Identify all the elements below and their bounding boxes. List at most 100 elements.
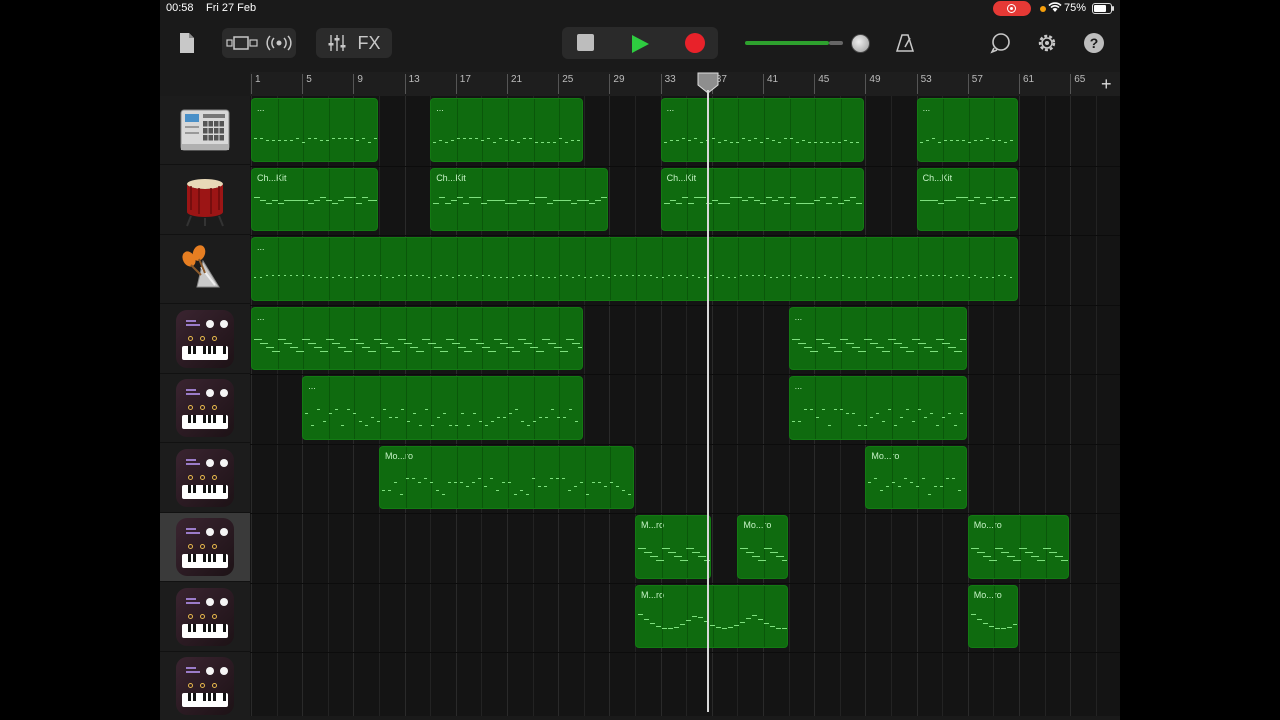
region-label: Mo...ro [871,450,900,461]
region-segment-divider [354,168,356,230]
midi-note [431,424,435,426]
midi-note [521,420,525,422]
midi-note [818,276,820,278]
region-track-2[interactable]: Ch...Kit [251,167,378,231]
synth-icon [176,587,234,646]
midi-note [681,197,688,199]
region-track-2[interactable]: Ch...Kit [430,167,609,231]
region-segment-divider [380,307,381,369]
track-header-5[interactable] [160,374,250,443]
region-track-7[interactable]: Mo...ro [967,515,1070,579]
settings-gear-icon[interactable] [1036,32,1058,54]
track-header-2[interactable] [160,166,250,235]
live-loops-button[interactable] [266,35,292,51]
region-track-1[interactable]: ... [430,98,583,162]
play-button[interactable] [632,35,649,53]
midi-note [484,486,487,488]
region-segment-divider [303,307,305,369]
midi-note [440,274,442,276]
midi-note [308,138,311,140]
midi-note [626,274,628,276]
fx-button[interactable]: FX [357,33,380,54]
region-segment-divider [277,99,279,161]
loop-browser-icon[interactable] [989,32,1013,54]
region-track-4[interactable]: ... [251,306,583,370]
region-track-7[interactable]: M...ro [635,515,711,579]
midi-note [601,197,608,199]
midi-note [338,138,341,140]
playhead-line [707,90,709,712]
stop-button[interactable] [577,34,594,51]
master-volume-slider[interactable] [745,41,829,45]
region-track-6[interactable]: Mo...ro [379,445,634,509]
midi-note [812,276,814,278]
master-volume-knob[interactable] [851,34,870,53]
midi-note [614,274,616,276]
mixer-icon [328,35,346,51]
region-segment-divider [456,238,458,300]
region-track-5[interactable]: ... [788,376,967,440]
midi-note [451,140,455,142]
my-songs-button[interactable] [172,28,202,58]
midi-note [1003,142,1007,144]
midi-note [473,412,477,414]
midi-note [711,200,718,202]
region-segment-divider [892,238,893,300]
region-track-3[interactable]: ... [251,237,1018,301]
track-header-4[interactable] [160,305,250,374]
midi-note [506,276,508,278]
region-track-7[interactable]: Mo...ro [737,515,788,579]
midi-note [1006,555,1015,557]
region-segment-divider [456,307,458,369]
midi-note [934,486,938,488]
region-track-8[interactable]: Mo...ro [967,584,1018,648]
track-header-6[interactable] [160,444,250,513]
midi-note [329,412,333,414]
midi-note [994,547,1003,549]
region-track-1[interactable]: ... [251,98,378,162]
track-header-7[interactable] [160,513,250,582]
midi-note [499,200,506,202]
midi-note [487,138,491,140]
region-track-1[interactable]: ... [916,98,1018,162]
region-segment-divider [482,307,484,369]
region-track-4[interactable]: ... [788,306,967,370]
mixer-button[interactable] [327,34,347,52]
midi-note [571,140,575,142]
track-header-3[interactable] [160,235,250,304]
track-area[interactable]: ............ Ch...Kit Ch...Kit Ch...Kit Ch..… [250,96,1120,716]
screen-recording-indicator[interactable] [993,1,1031,16]
add-section-button[interactable]: + [1101,74,1112,95]
midi-note [910,482,914,484]
midi-note [668,628,673,629]
midi-note [604,486,607,488]
region-track-1[interactable]: ... [660,98,865,162]
track-header-9[interactable] [160,652,250,720]
region-track-8[interactable]: M...ro [635,584,788,648]
midi-note [544,486,547,488]
region-track-6[interactable]: Mo...ro [865,445,967,509]
midi-note [445,142,449,144]
region-track-2[interactable]: Ch...Kit [916,167,1018,231]
tracks-view-button[interactable] [226,35,258,51]
track-header-1[interactable] [160,96,250,165]
midi-note [699,142,703,144]
timeline-ruler[interactable]: 1 5 9 13 17 21 25 29 33 37 41 45 49 53 57 61 65 [250,72,1120,96]
metronome-icon[interactable] [895,33,915,53]
midi-note [908,274,910,276]
track-divider [250,235,1120,236]
midi-note [482,274,484,276]
document-icon [180,33,194,53]
midi-note [809,351,818,353]
record-button[interactable] [685,33,705,53]
region-track-5[interactable]: ... [302,376,583,440]
tracks-view-icon [226,36,258,50]
midi-note [686,276,688,278]
midi-note [434,347,442,349]
track-header-8[interactable] [160,583,250,652]
region-segment-divider [303,238,305,300]
midi-note [758,559,767,561]
region-track-2[interactable]: Ch...Kit [660,167,865,231]
help-button[interactable]: ? [1084,33,1104,53]
midi-note [878,274,880,276]
